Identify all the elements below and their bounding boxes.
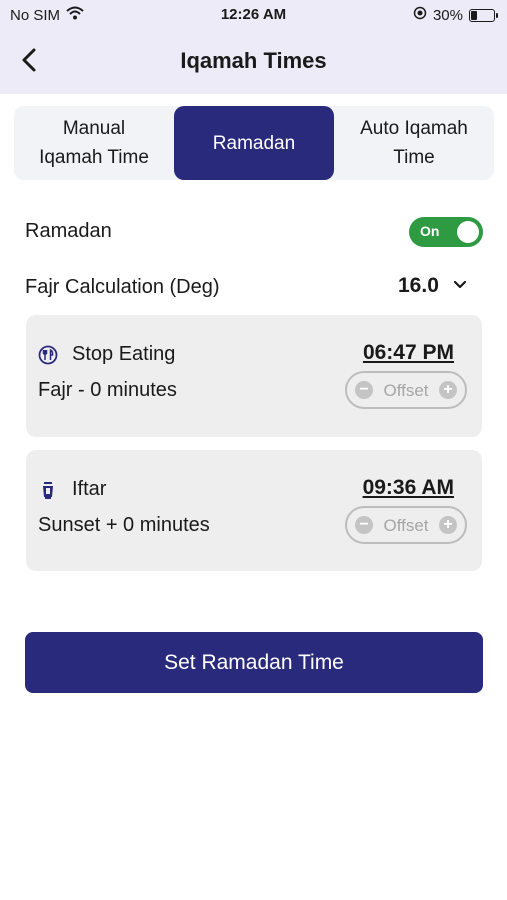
battery-icon bbox=[469, 8, 498, 22]
plus-icon[interactable]: + bbox=[439, 516, 457, 534]
stop-eating-offset-stepper: − Offset + bbox=[345, 371, 467, 409]
tab-auto-iqamah-time[interactable]: Auto Iqamah Time bbox=[334, 106, 494, 180]
fork-knife-icon bbox=[38, 345, 58, 365]
toggle-state-label: On bbox=[420, 223, 440, 239]
battery-percent: 30% bbox=[432, 6, 463, 24]
iftar-subtitle: Sunset + 0 minutes bbox=[38, 514, 210, 536]
battery-fill bbox=[471, 10, 477, 20]
chevron-down-icon bbox=[453, 277, 467, 295]
fajr-degree-select[interactable]: 16.0 bbox=[398, 274, 467, 298]
fajr-degree-value: 16.0 bbox=[398, 274, 439, 297]
stop-eating-time[interactable]: 06:47 PM bbox=[363, 341, 454, 365]
set-ramadan-time-button[interactable]: Set Ramadan Time bbox=[25, 632, 483, 693]
plus-icon[interactable]: + bbox=[439, 381, 457, 399]
nav-bar: Iqamah Times bbox=[0, 30, 507, 94]
ramadan-label: Ramadan bbox=[25, 220, 112, 242]
toggle-knob bbox=[457, 221, 479, 243]
stop-eating-card: Stop Eating 06:47 PM Fajr - 0 minutes − … bbox=[26, 315, 482, 437]
page-title: Iqamah Times bbox=[180, 48, 327, 73]
fajr-calculation-label: Fajr Calculation (Deg) bbox=[25, 276, 220, 298]
iftar-offset-stepper: − Offset + bbox=[345, 506, 467, 544]
iftar-card: Iftar 09:36 AM Sunset + 0 minutes − Offs… bbox=[26, 450, 482, 571]
iftar-time[interactable]: 09:36 AM bbox=[363, 476, 454, 500]
iftar-label: Iftar bbox=[72, 478, 107, 500]
stop-eating-label: Stop Eating bbox=[72, 343, 176, 365]
status-bar: No SIM 12:26 AM 30% bbox=[0, 0, 507, 30]
tab-manual-iqamah-time[interactable]: Manual Iqamah Time bbox=[14, 106, 174, 180]
stop-eating-subtitle: Fajr - 0 minutes bbox=[38, 379, 177, 401]
lantern-icon bbox=[38, 480, 58, 500]
segmented-tabs: Manual Iqamah Time Ramadan Auto Iqamah T… bbox=[14, 106, 494, 180]
ramadan-toggle[interactable]: On bbox=[409, 217, 483, 247]
tab-ramadan[interactable]: Ramadan bbox=[174, 106, 334, 180]
orientation-lock-icon bbox=[413, 6, 427, 24]
